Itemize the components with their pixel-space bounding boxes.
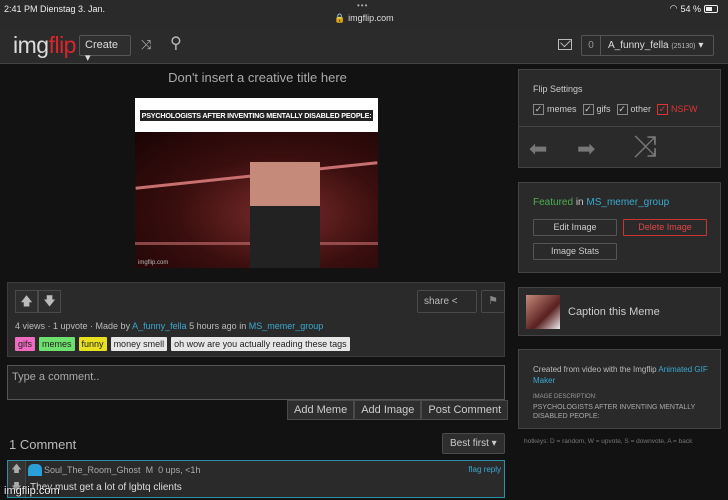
tag[interactable]: oh wow are you actually reading these ta…	[171, 337, 350, 351]
flip-settings-panel: Flip Settings ✓ memes ✓ gifs ✓ other ✓ NSFW …	[518, 69, 721, 168]
tag[interactable]: money smell	[110, 337, 168, 351]
caption-this-meme-panel[interactable]: Caption this Meme	[518, 287, 721, 336]
search-icon[interactable]: ⚲	[170, 33, 182, 53]
comment-badge: M	[145, 465, 154, 475]
featured-panel: Featured in MS_memer_group Edit Image De…	[518, 182, 721, 273]
caption-this-meme-label: Caption this Meme	[568, 306, 660, 318]
image-description: PSYCHOLOGISTS AFTER INVENTING MENTALLY D…	[533, 404, 696, 420]
views-count: 4 views	[15, 321, 46, 331]
time-ago: 5 hours ago in	[189, 321, 247, 331]
page-watermark: imgflip.com	[4, 485, 60, 497]
logo-img: img	[13, 32, 49, 58]
user-points: (25130)	[671, 43, 696, 50]
check-icon: ✓	[616, 104, 628, 116]
downvote-button[interactable]: 🡇	[38, 290, 61, 313]
tag-list: gifs memes funny money smell oh wow are …	[15, 337, 350, 351]
random-shuffle-icon[interactable]: ⤨	[633, 130, 657, 164]
battery-icon	[704, 4, 718, 13]
memes-checkbox[interactable]: ✓ memes	[533, 104, 577, 116]
featured-stream-link[interactable]: MS_memer_group	[586, 197, 669, 208]
wifi-icon: ◠	[669, 3, 678, 13]
comment-username[interactable]: Soul_The_Room_Ghost	[44, 465, 141, 475]
tag[interactable]: memes	[39, 337, 75, 351]
created-text: Created from video with the Imgflip	[533, 365, 657, 374]
shuffle-icon[interactable]: ⤨	[141, 37, 151, 53]
share-icon: <	[451, 296, 458, 307]
add-meme-button[interactable]: Add Meme	[287, 400, 355, 420]
checkbox-label: other	[630, 104, 652, 114]
meme-figure	[250, 162, 320, 268]
meme-image[interactable]: PSYCHOLOGISTS AFTER INVENTING MENTALLY D…	[135, 98, 378, 268]
url-text: imgflip.com	[348, 13, 394, 23]
delete-image-button[interactable]: Delete Image	[623, 219, 707, 236]
check-icon: ✓	[582, 104, 594, 116]
author-link[interactable]: A_funny_fella	[132, 321, 187, 331]
previous-arrow-icon[interactable]: ⬅	[529, 136, 547, 162]
meme-caption-bar: PSYCHOLOGISTS AFTER INVENTING MENTALLY D…	[135, 98, 378, 132]
comment-count: 1 Comment	[9, 437, 77, 452]
logo-flip: flip	[48, 32, 77, 58]
create-button[interactable]: Create ▾	[79, 35, 131, 64]
checkbox-label: gifs	[596, 104, 611, 114]
share-button[interactable]: share <	[417, 290, 477, 313]
flip-settings-title: Flip Settings	[533, 84, 583, 94]
tag[interactable]: gifs	[15, 337, 36, 351]
navbar: imgflip Create ▾ ⤨ ⚲ 0 A_funny_fella (25…	[0, 28, 728, 64]
share-label: share	[424, 296, 450, 307]
other-checkbox[interactable]: ✓ other	[616, 104, 652, 116]
comment-reply-link[interactable]: reply	[484, 465, 501, 474]
check-icon: ✓	[657, 104, 669, 116]
check-icon: ✓	[533, 104, 544, 116]
meme-gif-frame: imgflip.com	[135, 132, 378, 268]
meme-title: Don't insert a creative title here	[168, 70, 347, 85]
featured-label: Featured	[533, 197, 574, 208]
url-bar[interactable]: 🔒 imgflip.com	[0, 13, 728, 24]
username: A_funny_fella	[608, 40, 669, 51]
checkbox-label: memes	[547, 104, 577, 114]
main-content: Don't insert a creative title here PSYCH…	[0, 65, 515, 498]
edit-image-button[interactable]: Edit Image	[533, 219, 617, 236]
add-image-button[interactable]: Add Image	[354, 400, 422, 420]
next-arrow-icon[interactable]: ➡	[577, 136, 595, 162]
comment-stats: 0 ups, <1h	[158, 465, 201, 475]
meme-meta: 4 views · 1 upvote · Made by A_funny_fel…	[15, 321, 324, 331]
user-menu[interactable]: 0 A_funny_fella (25130) ▾	[581, 35, 714, 56]
meme-caption: PSYCHOLOGISTS AFTER INVENTING MENTALLY D…	[139, 109, 374, 121]
post-comment-button[interactable]: Post Comment	[421, 400, 509, 420]
notification-count[interactable]: 0	[582, 36, 601, 55]
status-bar: 2:41 PM Dienstag 3. Jan. ••• 🔒 imgflip.c…	[0, 0, 728, 28]
comment-input[interactable]: Type a comment..	[7, 365, 505, 400]
more-dots-icon[interactable]: •••	[357, 1, 368, 10]
gifs-checkbox[interactable]: ✓ gifs	[582, 104, 611, 116]
checkbox-label: NSFW	[671, 104, 698, 114]
meme-thumbnail	[526, 295, 560, 329]
upvote-button[interactable]: 🡅	[15, 290, 38, 313]
image-info-panel: Created from video with the Imgflip Anim…	[518, 349, 721, 429]
battery-percent: 54 %	[680, 3, 701, 14]
chevron-down-icon: ▾	[698, 40, 704, 51]
meme-actions-panel: 🡅 🡇 share < ⚑ 4 views · 1 upvote · Made …	[7, 282, 505, 357]
comment-flag-link[interactable]: flag	[469, 465, 482, 474]
image-description-label: IMAGE DESCRIPTION:	[533, 394, 597, 400]
stream-link[interactable]: MS_memer_group	[249, 321, 324, 331]
comment-upvote-button[interactable]: 🡅	[8, 461, 26, 479]
tag[interactable]: funny	[78, 337, 107, 351]
imgflip-logo[interactable]: imgflip	[13, 32, 76, 59]
nsfw-checkbox[interactable]: ✓ NSFW	[657, 104, 698, 116]
sort-dropdown[interactable]: Best first ▾	[442, 433, 505, 454]
comment-item: 🡅 🡇 Soul_The_Room_Ghost M 0 ups, <1h The…	[7, 460, 505, 498]
made-by-label: Made by	[95, 321, 131, 331]
flag-button[interactable]: ⚑	[481, 290, 505, 313]
meme-watermark: imgflip.com	[138, 260, 169, 266]
upvote-count: 1 upvote	[53, 321, 88, 331]
featured-in: in	[575, 197, 584, 208]
hotkeys-hint: hotkeys: D = random, W = upvote, S = dow…	[524, 438, 693, 445]
user-avatar-icon[interactable]	[28, 464, 42, 476]
image-stats-button[interactable]: Image Stats	[533, 243, 617, 260]
mail-icon[interactable]	[558, 39, 572, 50]
